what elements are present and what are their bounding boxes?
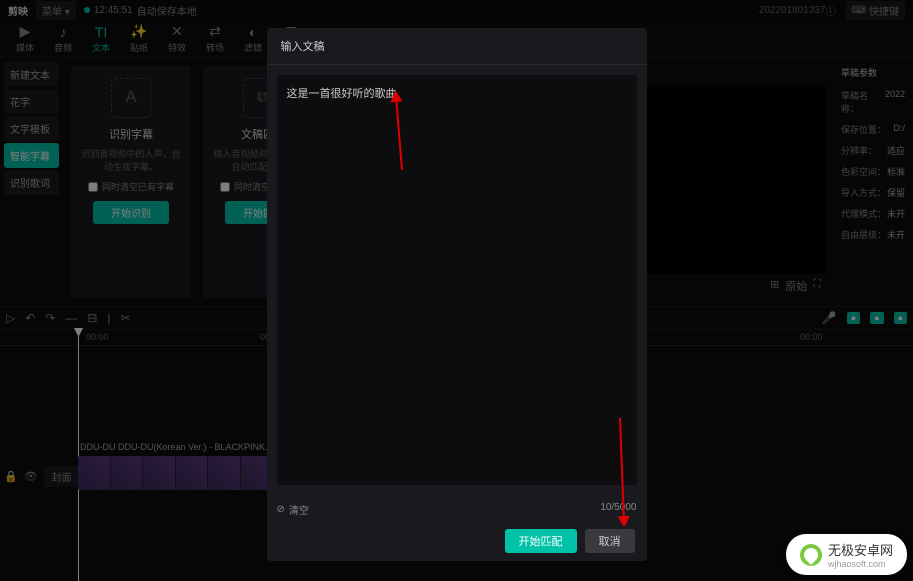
watermark-url: wjhaosoft.com [828,559,893,569]
input-text-modal: 输入文稿 ⊘ 清空 10/5000 开始匹配 取消 [267,28,647,561]
cancel-button[interactable]: 取消 [585,529,635,553]
watermark-name: 无极安卓网 [828,540,893,559]
text-input[interactable] [277,75,637,485]
watermark: 无极安卓网 wjhaosoft.com [786,534,907,575]
char-counter: 10/5000 [600,502,636,517]
modal-overlay: 输入文稿 ⊘ 清空 10/5000 开始匹配 取消 [0,0,913,581]
clear-button[interactable]: 清空 [289,502,309,517]
watermark-logo-icon [800,544,822,566]
modal-title: 输入文稿 [267,28,647,65]
confirm-button[interactable]: 开始匹配 [505,529,577,553]
clear-icon[interactable]: ⊘ [277,504,285,515]
